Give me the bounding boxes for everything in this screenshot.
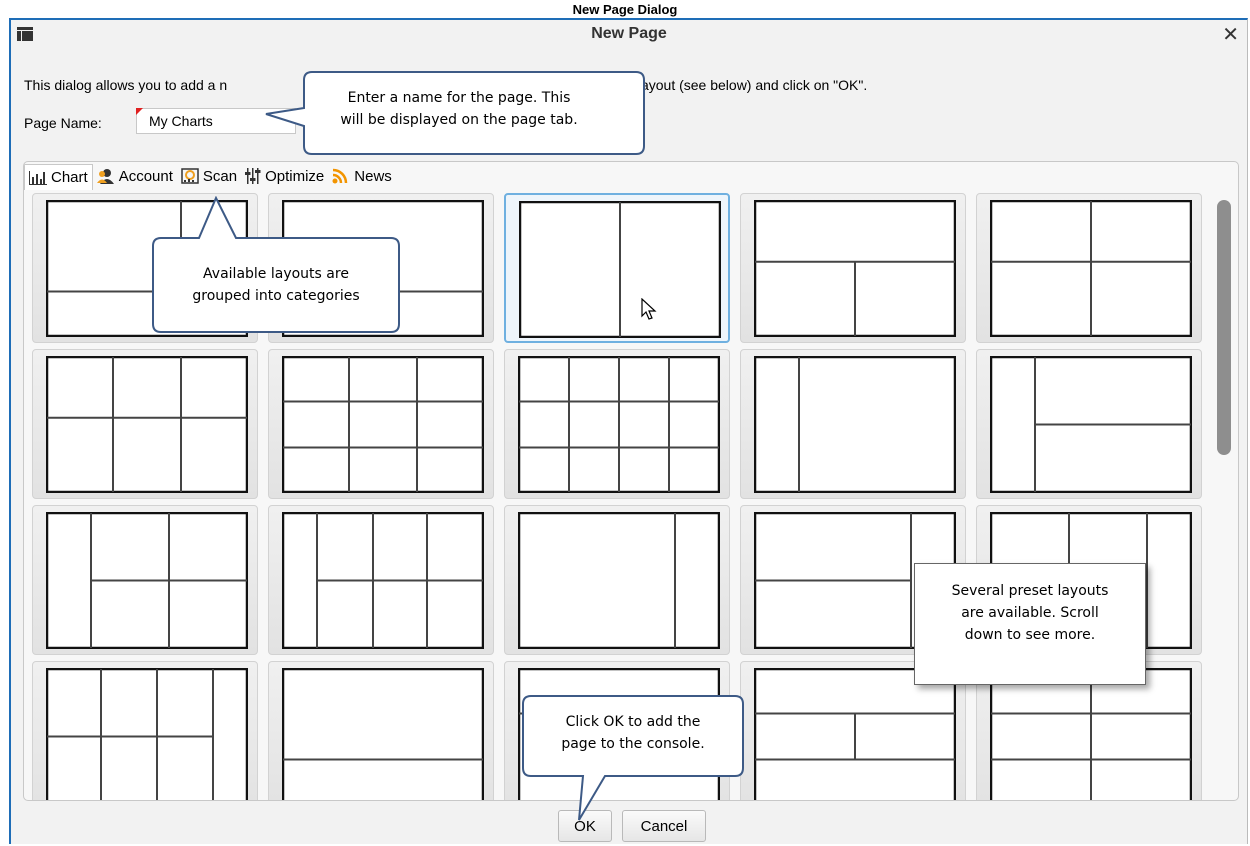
layout-thumbnail	[754, 356, 956, 493]
document-title: New Page Dialog	[572, 2, 678, 17]
close-icon[interactable]: ✕	[1222, 22, 1239, 47]
tab-account[interactable]: Account	[93, 163, 177, 189]
rss-icon	[332, 168, 348, 184]
layout-preset[interactable]	[976, 349, 1202, 499]
layout-preset[interactable]	[740, 193, 966, 343]
layout-thumbnail	[519, 201, 721, 338]
layout-thumbnail	[46, 668, 248, 800]
callout-page-name-line1: Enter a name for the page. This	[347, 90, 571, 106]
callout-page-name: Enter a name for the page. This will be …	[264, 70, 654, 160]
mouse-cursor-icon	[641, 298, 657, 320]
callout-ok-line2: page to the console.	[561, 736, 705, 752]
intro-text-start: This dialog allows you to add a n	[24, 77, 228, 93]
layout-preset[interactable]	[740, 349, 966, 499]
layout-preset[interactable]	[504, 349, 730, 499]
callout-categories-line1: Available layouts are	[203, 266, 349, 282]
layout-thumbnail	[754, 200, 956, 337]
tab-news[interactable]: News	[328, 163, 396, 189]
tab-scan[interactable]: Scan	[177, 163, 241, 189]
layout-thumbnail	[282, 356, 484, 493]
layout-preset[interactable]	[32, 505, 258, 655]
tab-chart-label: Chart	[51, 169, 88, 186]
layout-thumbnail	[46, 512, 248, 649]
layout-thumbnail	[46, 356, 248, 493]
layout-preset[interactable]	[268, 349, 494, 499]
tab-news-label: News	[354, 167, 392, 185]
tab-account-label: Account	[118, 167, 173, 185]
layout-thumbnail	[990, 200, 1192, 337]
title-bar: New Page ✕	[11, 20, 1247, 48]
tab-optimize[interactable]: Optimize	[241, 163, 328, 189]
layout-thumbnail	[518, 512, 720, 649]
callout-ok: Click OK to add the page to the console.	[521, 694, 751, 824]
dialog-title: New Page	[591, 25, 667, 42]
sliders-icon	[245, 168, 261, 184]
layout-thumbnail	[282, 668, 484, 800]
callout-presets-line1: Several preset layouts	[951, 583, 1109, 599]
layout-thumbnail	[754, 668, 956, 800]
callout-presets-line2: are available. Scroll	[961, 605, 1099, 621]
callout-page-name-line2: will be displayed on the page tab.	[340, 112, 578, 128]
vertical-scrollbar[interactable]	[1217, 200, 1231, 455]
tab-scan-label: Scan	[202, 167, 238, 185]
layout-preset[interactable]	[32, 349, 258, 499]
layout-preset[interactable]	[268, 505, 494, 655]
layout-preset[interactable]	[504, 193, 730, 343]
layout-thumbnail	[990, 356, 1192, 493]
page-name-label: Page Name:	[24, 115, 102, 131]
callout-categories-line2: grouped into categories	[192, 288, 360, 304]
required-marker	[136, 108, 143, 115]
layout-thumbnail	[518, 356, 720, 493]
callout-categories: Available layouts are grouped into categ…	[151, 196, 401, 336]
user-icon	[96, 169, 114, 184]
new-page-dialog: New Page ✕ This dialog allows you to add…	[9, 18, 1248, 844]
layout-preset[interactable]	[504, 505, 730, 655]
callout-presets: Several preset layouts are available. Sc…	[914, 563, 1146, 685]
scan-icon	[181, 168, 199, 184]
bar-chart-icon	[29, 170, 47, 185]
layout-preset[interactable]	[268, 661, 494, 800]
layout-preset[interactable]	[32, 661, 258, 800]
tab-chart[interactable]: Chart	[24, 164, 93, 190]
category-tabs: Chart Account Scan Optimize News	[24, 162, 396, 190]
layout-thumbnail	[990, 668, 1192, 800]
tab-optimize-label: Optimize	[265, 167, 325, 185]
callout-ok-line1: Click OK to add the	[565, 714, 701, 730]
callout-presets-line3: down to see more.	[964, 627, 1096, 643]
layout-thumbnail	[282, 512, 484, 649]
layout-preset[interactable]	[976, 193, 1202, 343]
